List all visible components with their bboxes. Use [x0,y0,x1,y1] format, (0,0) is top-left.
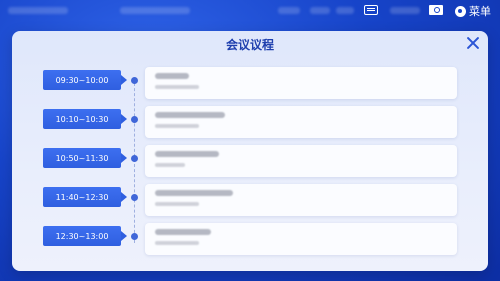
agenda-card[interactable] [145,67,457,99]
timeline-dot [131,194,138,201]
agenda-item: 11:40~12:30 [12,184,488,216]
blurred-agenda-speaker [155,124,199,128]
blurred-agenda-speaker [155,163,185,167]
timeline-dot [131,116,138,123]
time-badge: 11:40~12:30 [43,187,127,207]
blurred-agenda-title [155,229,211,235]
agenda-item: 10:10~10:30 [12,106,488,138]
blurred-agenda-speaker [155,85,199,89]
blurred-top-text [278,7,300,14]
timeline-dot [131,233,138,240]
agenda-item: 09:30~10:00 [12,67,488,99]
agenda-card[interactable] [145,145,457,177]
menu-icon [455,5,466,17]
blurred-top-text [8,7,68,14]
blurred-top-text [390,7,420,14]
agenda-dialog: 会议议程 09:30~10:00 10:10~10:30 10:50~11:30… [12,31,488,271]
agenda-card[interactable] [145,184,457,216]
blurred-agenda-speaker [155,241,199,245]
time-badge: 10:50~11:30 [43,148,127,168]
blurred-top-text [310,7,330,14]
menu-label: 菜单 [469,5,491,18]
time-badge: 12:30~13:00 [43,226,127,246]
keyboard-icon[interactable] [364,5,378,15]
timeline-dot [131,77,138,84]
blurred-top-text [336,7,354,14]
menu-button[interactable]: 菜单 [455,3,491,19]
camera-icon[interactable] [429,5,443,15]
agenda-item: 10:50~11:30 [12,145,488,177]
timeline-dot [131,155,138,162]
agenda-card[interactable] [145,223,457,255]
dialog-header: 会议议程 [12,31,488,57]
blurred-top-text [120,7,190,14]
agenda-card[interactable] [145,106,457,138]
blurred-agenda-title [155,112,225,118]
blurred-agenda-title [155,151,219,157]
blurred-agenda-title [155,73,189,79]
dialog-title: 会议议程 [225,38,274,52]
top-bar: 菜单 [0,0,500,22]
blurred-agenda-speaker [155,202,199,206]
close-icon[interactable] [466,36,480,50]
agenda-item: 12:30~13:00 [12,223,488,255]
blurred-agenda-title [155,190,233,196]
time-badge: 09:30~10:00 [43,70,127,90]
time-badge: 10:10~10:30 [43,109,127,129]
